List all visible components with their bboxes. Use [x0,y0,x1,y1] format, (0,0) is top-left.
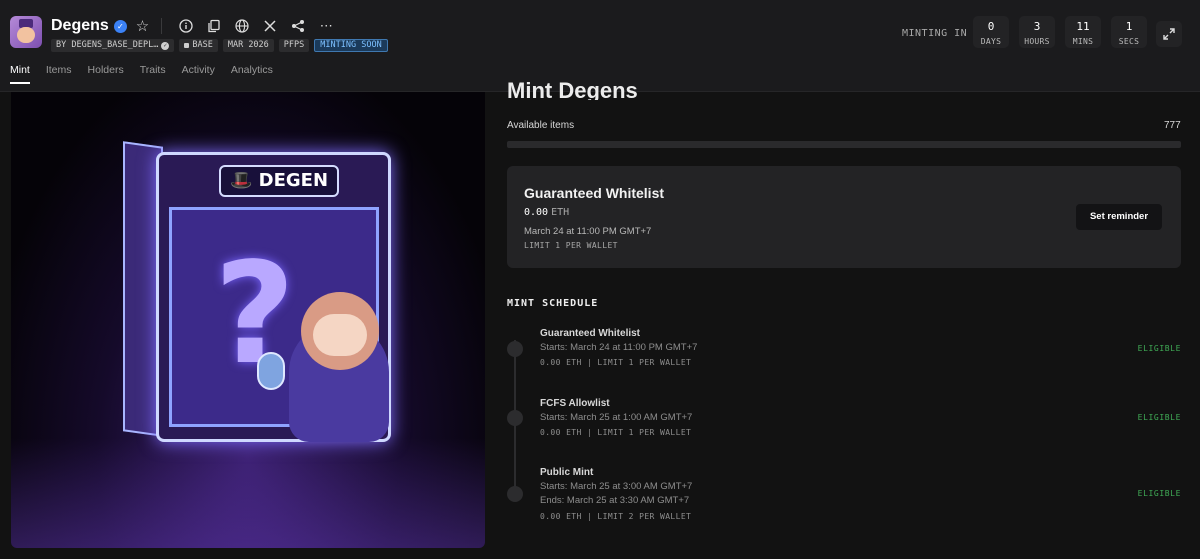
chain-name: BASE [192,40,213,50]
info-icon[interactable] [179,19,193,33]
collection-artwork: 🎩 DEGEN ? [11,92,485,548]
stage-start: Starts: March 25 at 1:00 AM GMT+7 [540,412,693,423]
active-stage-date: March 24 at 11:00 PM GMT+7 [524,226,652,237]
mint-title-text: Mint Degens [507,80,638,100]
countdown-days-value: 0 [987,20,995,33]
base-chain-icon [184,43,190,48]
title-row: Degens ✓ ☆ ⋯ [51,16,340,36]
header-divider [161,18,163,34]
chain-badge: BASE [179,39,218,52]
star-icon[interactable]: ☆ [136,17,149,35]
artwork-degen-sign: 🎩 DEGEN [219,165,339,197]
schedule-stage[interactable]: FCFS Allowlist Starts: March 25 at 1:00 … [507,398,1181,448]
stage-start: Starts: March 24 at 11:00 PM GMT+7 [540,342,698,353]
expand-icon[interactable] [1156,21,1182,47]
date-badge: MAR 2026 [222,39,274,52]
share-icon[interactable] [291,19,305,33]
tab-traits[interactable]: Traits [140,64,166,84]
x-icon[interactable] [263,19,277,33]
tab-items[interactable]: Items [46,64,72,84]
creator-name: BY DEGENS_BASE_DEPL… [56,40,159,50]
countdown-mins: 11 MINS [1065,16,1101,48]
tab-holders[interactable]: Holders [88,64,124,84]
creator-verified-icon: ✓ [161,41,170,50]
countdown-secs-value: 1 [1125,20,1133,33]
stage-meta: 0.00 ETH | LIMIT 1 PER WALLET [540,358,692,367]
stage-status: ELIGIBLE [1137,413,1181,422]
available-items-label: Available items [507,120,575,131]
collection-badges: BY DEGENS_BASE_DEPL… ✓ BASE MAR 2026 PFP… [51,39,388,52]
tab-activity[interactable]: Activity [182,64,215,84]
artwork-sign-text: DEGEN [258,170,329,191]
creator-badge[interactable]: BY DEGENS_BASE_DEPL… ✓ [51,39,175,52]
stage-name: Guaranteed Whitelist [540,328,641,339]
collection-title: Degens [51,17,109,34]
stage-node-icon [507,486,523,502]
countdown-hours-label: HOURS [1024,37,1050,46]
countdown-mins-label: MINS [1072,37,1094,46]
countdown-days: 0 DAYS [973,16,1009,48]
stage-name: Public Mint [540,467,594,478]
active-stage-title: Guaranteed Whitelist [524,185,665,201]
more-icon[interactable]: ⋯ [319,18,333,33]
artwork-sloth [257,292,399,442]
artwork-floor-glow [11,438,485,548]
tab-mint[interactable]: Mint [10,64,30,84]
status-badge: MINTING SOON [314,39,388,52]
countdown-mins-value: 11 [1076,20,1090,33]
stage-status: ELIGIBLE [1137,489,1181,498]
set-reminder-button[interactable]: Set reminder [1076,204,1162,230]
collection-header: Degens ✓ ☆ ⋯ BY DEGENS_BASE_DEPL… ✓ BASE… [0,0,1200,92]
stage-status: ELIGIBLE [1137,344,1181,353]
available-items-value: 777 [1164,120,1181,131]
sloth-coin [257,352,285,390]
mint-title: Mint Degens [507,80,638,100]
mint-progress-bar [507,141,1181,148]
schedule-stage[interactable]: Public Mint Starts: March 25 at 3:00 AM … [507,467,1181,527]
minting-in-label: MINTING IN [902,28,968,39]
active-stage-price: 0.00 ETH [524,207,569,218]
stage-node-icon [507,410,523,426]
active-stage-price-value: 0.00 [524,207,549,218]
countdown-days-label: DAYS [980,37,1002,46]
sloth-face [313,314,367,356]
verified-icon: ✓ [113,19,127,33]
countdown-hours: 3 HOURS [1019,16,1055,48]
stage-end: Ends: March 25 at 3:30 AM GMT+7 [540,495,690,506]
avatar-face [17,27,35,43]
schedule-stage[interactable]: Guaranteed Whitelist Starts: March 24 at… [507,328,1181,378]
stage-name: FCFS Allowlist [540,398,610,409]
stage-start: Starts: March 25 at 3:00 AM GMT+7 [540,481,693,492]
mint-schedule-title: MINT SCHEDULE [507,298,599,309]
active-stage-limit: LIMIT 1 PER WALLET [524,241,618,250]
stage-meta: 0.00 ETH | LIMIT 2 PER WALLET [540,512,692,521]
stage-node-icon [507,341,523,357]
copy-icon[interactable] [207,19,221,33]
collection-tabs: Mint Items Holders Traits Activity Analy… [10,64,273,84]
stage-meta: 0.00 ETH | LIMIT 1 PER WALLET [540,428,692,437]
active-stage-currency: ETH [551,207,570,218]
active-stage-card: Guaranteed Whitelist 0.00 ETH March 24 at… [507,166,1181,268]
tab-analytics[interactable]: Analytics [231,64,273,84]
countdown-secs: 1 SECS [1111,16,1147,48]
globe-icon[interactable] [235,19,249,33]
category-badge: PFPS [278,39,310,52]
collection-avatar[interactable] [10,16,42,48]
countdown-secs-label: SECS [1118,37,1140,46]
countdown-hours-value: 3 [1033,20,1041,33]
